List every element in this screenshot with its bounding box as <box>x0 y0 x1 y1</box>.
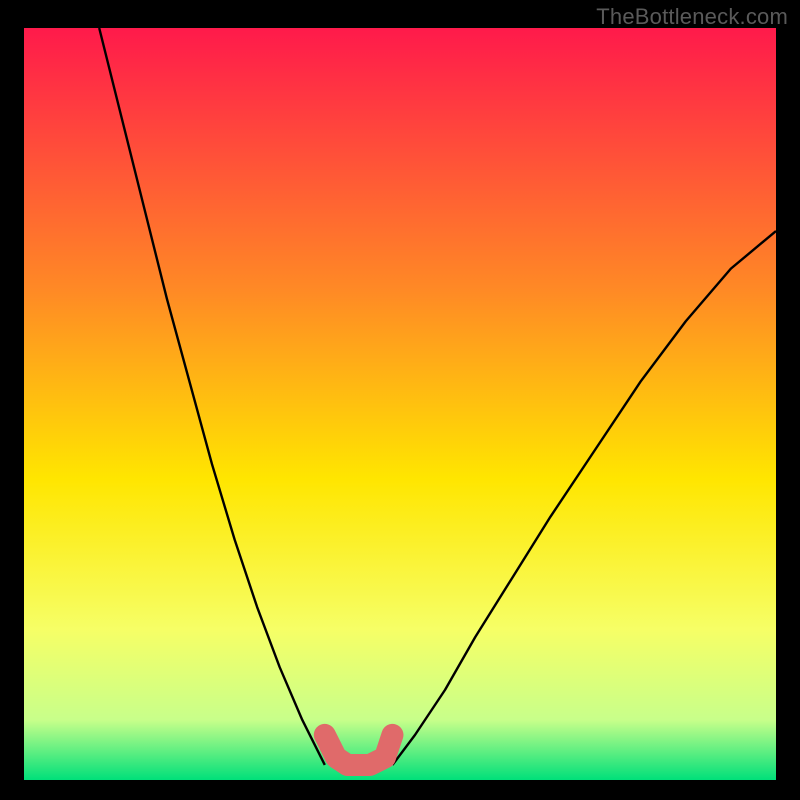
plot-area <box>24 28 776 780</box>
chart-frame: TheBottleneck.com <box>0 0 800 800</box>
bottleneck-plot <box>24 28 776 780</box>
watermark-text: TheBottleneck.com <box>596 4 788 30</box>
gradient-background <box>24 28 776 780</box>
